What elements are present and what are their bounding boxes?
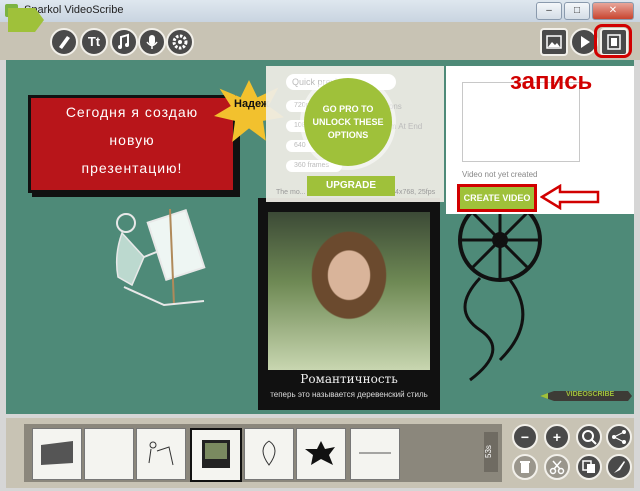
splash-text: Надеж xyxy=(234,98,269,110)
timeline-thumb[interactable] xyxy=(84,428,134,480)
pen-label: VIDEOSCRIBE xyxy=(566,391,615,398)
paisley-thumb xyxy=(262,440,276,466)
upgrade-button[interactable]: UPGRADE xyxy=(307,176,395,196)
red-arrow-annotation xyxy=(540,184,600,210)
close-button[interactable]: ✕ xyxy=(592,2,634,20)
banner-line: Сегодня я создаю xyxy=(65,104,199,120)
shape-thumb xyxy=(41,441,73,465)
maximize-button[interactable]: □ xyxy=(564,2,590,20)
go-pro-badge[interactable]: GO PRO TO UNLOCK THESE OPTIONS xyxy=(304,78,392,166)
banner-line: презентацию! xyxy=(81,160,183,176)
banner-line: новую xyxy=(109,132,155,148)
minimize-button[interactable]: ‒ xyxy=(536,2,562,20)
trash-icon[interactable] xyxy=(512,454,538,480)
timeline-thumb[interactable] xyxy=(190,428,242,482)
timeline-thumb[interactable] xyxy=(296,428,346,480)
photo-subcaption: теперь это называется деревенский стиль xyxy=(270,390,428,399)
text-icon[interactable]: Tt xyxy=(80,28,108,56)
photo-thumb xyxy=(202,440,230,468)
timeline-thumb[interactable] xyxy=(136,428,186,480)
cut-icon[interactable] xyxy=(544,454,570,480)
videoscribe-pen: VIDEOSCRIBE xyxy=(540,388,632,404)
microphone-icon[interactable] xyxy=(138,28,166,56)
zoom-out-icon[interactable]: − xyxy=(512,424,538,450)
gear-icon[interactable] xyxy=(166,28,194,56)
title-bar: Sparkol VideoScribe ‒ □ ✕ xyxy=(0,0,640,23)
splash-thumb xyxy=(305,441,335,465)
girl-photo xyxy=(268,212,430,370)
photo-caption: Романтичность xyxy=(300,372,398,386)
title-banner[interactable]: Сегодня я создаю новую презентацию! xyxy=(28,95,236,193)
timeline-thumb[interactable] xyxy=(350,428,400,480)
photo-frame[interactable]: Романтичность теперь это называется дере… xyxy=(258,198,440,410)
sketch-thumb xyxy=(148,441,174,466)
music-icon[interactable] xyxy=(110,28,138,56)
pencil-icon[interactable] xyxy=(50,28,78,56)
video-status: Video not yet created xyxy=(462,170,538,179)
timeline-thumb[interactable] xyxy=(244,428,294,480)
film-reel-doodle[interactable] xyxy=(440,190,560,390)
image-icon[interactable] xyxy=(540,28,568,56)
share-icon[interactable] xyxy=(606,424,632,450)
duration-label: 53s xyxy=(484,432,498,472)
copy-icon[interactable] xyxy=(576,454,602,480)
paint-icon[interactable] xyxy=(606,454,632,480)
create-video-button[interactable]: CREATE VIDEO xyxy=(457,184,537,212)
zoom-in-icon[interactable]: + xyxy=(544,424,570,450)
record-annotation-label: запись xyxy=(510,68,593,95)
blank-thumb xyxy=(91,439,127,467)
window-controls: ‒ □ ✕ xyxy=(536,2,634,20)
fit-icon[interactable] xyxy=(576,424,602,450)
artist-sketch-image[interactable] xyxy=(104,205,214,310)
record-highlight-annotation xyxy=(594,24,632,58)
timeline-thumb[interactable] xyxy=(32,428,82,480)
text-thumb xyxy=(359,452,391,454)
